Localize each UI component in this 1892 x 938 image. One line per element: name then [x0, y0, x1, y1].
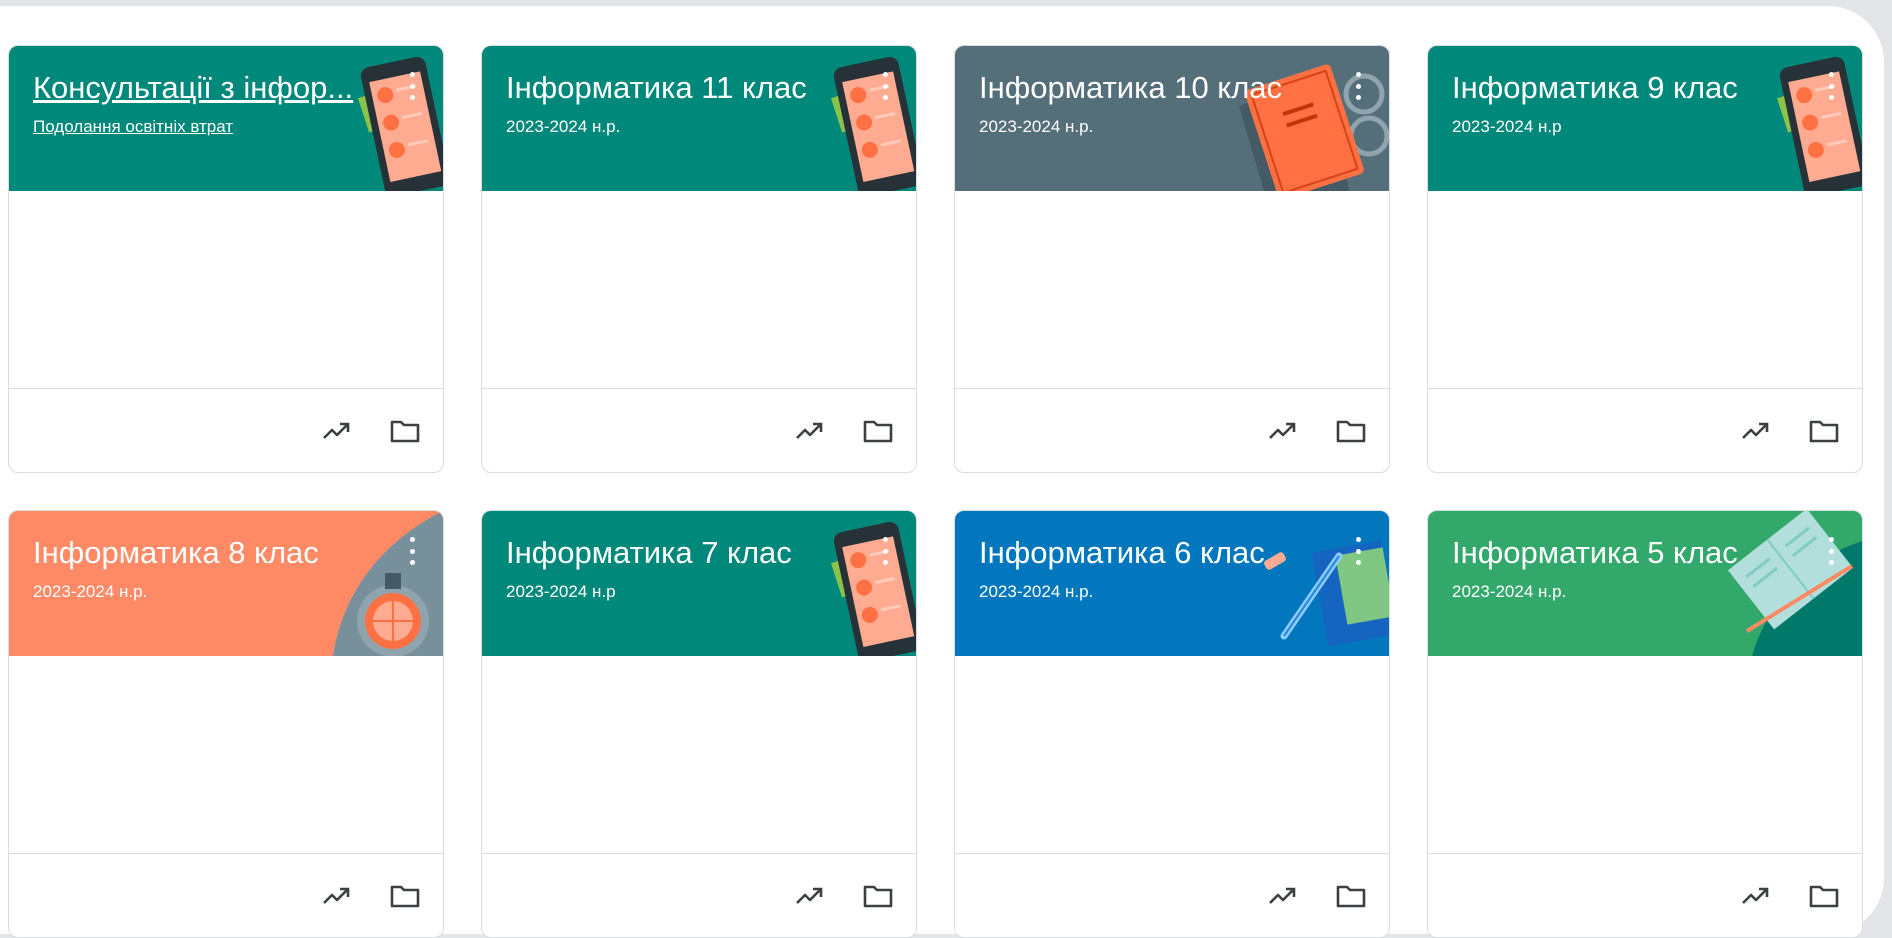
more-options-icon[interactable] — [878, 537, 892, 565]
trending-up-icon[interactable] — [794, 417, 826, 445]
card-footer — [1428, 388, 1862, 472]
class-banner[interactable]: Інформатика 6 клас 2023-2024 н.р. — [955, 511, 1389, 656]
class-title[interactable]: Інформатика 7 клас — [506, 533, 836, 573]
more-options-icon[interactable] — [405, 72, 419, 100]
card-footer — [955, 388, 1389, 472]
class-card[interactable]: Інформатика 9 клас 2023-2024 н.р — [1427, 45, 1863, 473]
class-section[interactable]: Подолання освітніх втрат — [33, 116, 233, 138]
class-banner[interactable]: Інформатика 8 клас 2023-2024 н.р. — [9, 511, 443, 656]
more-options-icon[interactable] — [405, 537, 419, 565]
class-title[interactable]: Інформатика 8 клас — [33, 533, 363, 573]
trending-up-icon[interactable] — [1267, 417, 1299, 445]
class-section[interactable]: 2023-2024 н.р — [506, 581, 616, 603]
class-title[interactable]: Інформатика 10 клас — [979, 68, 1309, 108]
folder-icon[interactable] — [1335, 417, 1367, 445]
class-card[interactable]: Інформатика 8 клас 2023-2024 н.р. — [8, 510, 444, 938]
class-section[interactable]: 2023-2024 н.р — [1452, 116, 1562, 138]
class-title[interactable]: Інформатика 6 клас — [979, 533, 1309, 573]
trending-up-icon[interactable] — [321, 882, 353, 910]
card-footer — [482, 853, 916, 937]
card-footer — [9, 853, 443, 937]
more-options-icon[interactable] — [878, 72, 892, 100]
class-card[interactable]: Інформатика 6 клас 2023-2024 н.р. — [954, 510, 1390, 938]
class-banner[interactable]: Інформатика 5 клас 2023-2024 н.р. — [1428, 511, 1862, 656]
class-banner[interactable]: Інформатика 10 клас 2023-2024 н.р. — [955, 46, 1389, 191]
trending-up-icon[interactable] — [1740, 417, 1772, 445]
card-footer — [9, 388, 443, 472]
class-title[interactable]: Інформатика 9 клас — [1452, 68, 1782, 108]
class-banner[interactable]: Інформатика 7 клас 2023-2024 н.р — [482, 511, 916, 656]
trending-up-icon[interactable] — [794, 882, 826, 910]
folder-icon[interactable] — [862, 882, 894, 910]
more-options-icon[interactable] — [1351, 72, 1365, 100]
folder-icon[interactable] — [389, 417, 421, 445]
class-title[interactable]: Інформатика 5 клас — [1452, 533, 1782, 573]
more-options-icon[interactable] — [1824, 72, 1838, 100]
folder-icon[interactable] — [1808, 882, 1840, 910]
class-title[interactable]: Консультації з інфор... — [33, 68, 363, 108]
class-title[interactable]: Інформатика 11 клас — [506, 68, 836, 108]
class-banner[interactable]: Інформатика 9 клас 2023-2024 н.р — [1428, 46, 1862, 191]
class-card[interactable]: Консультації з інфор... Подолання освітн… — [8, 45, 444, 473]
card-footer — [955, 853, 1389, 937]
class-banner[interactable]: Консультації з інфор... Подолання освітн… — [9, 46, 443, 191]
trending-up-icon[interactable] — [1740, 882, 1772, 910]
folder-icon[interactable] — [389, 882, 421, 910]
trending-up-icon[interactable] — [1267, 882, 1299, 910]
class-section[interactable]: 2023-2024 н.р. — [506, 116, 620, 138]
trending-up-icon[interactable] — [321, 417, 353, 445]
class-section[interactable]: 2023-2024 н.р. — [33, 581, 147, 603]
more-options-icon[interactable] — [1824, 537, 1838, 565]
class-banner[interactable]: Інформатика 11 клас 2023-2024 н.р. — [482, 46, 916, 191]
folder-icon[interactable] — [1335, 882, 1367, 910]
more-options-icon[interactable] — [1351, 537, 1365, 565]
class-card-grid: Консультації з інфор... Подолання освітн… — [8, 45, 1863, 938]
class-card[interactable]: Інформатика 11 клас 2023-2024 н.р. — [481, 45, 917, 473]
class-card[interactable]: Інформатика 5 клас 2023-2024 н.р. — [1427, 510, 1863, 938]
class-section[interactable]: 2023-2024 н.р. — [979, 116, 1093, 138]
class-section[interactable]: 2023-2024 н.р. — [1452, 581, 1566, 603]
folder-icon[interactable] — [1808, 417, 1840, 445]
folder-icon[interactable] — [862, 417, 894, 445]
class-section[interactable]: 2023-2024 н.р. — [979, 581, 1093, 603]
class-card[interactable]: Інформатика 7 клас 2023-2024 н.р — [481, 510, 917, 938]
card-footer — [482, 388, 916, 472]
card-footer — [1428, 853, 1862, 937]
classes-panel: Консультації з інфор... Подолання освітн… — [0, 6, 1884, 938]
class-card[interactable]: Інформатика 10 клас 2023-2024 н.р. — [954, 45, 1390, 473]
